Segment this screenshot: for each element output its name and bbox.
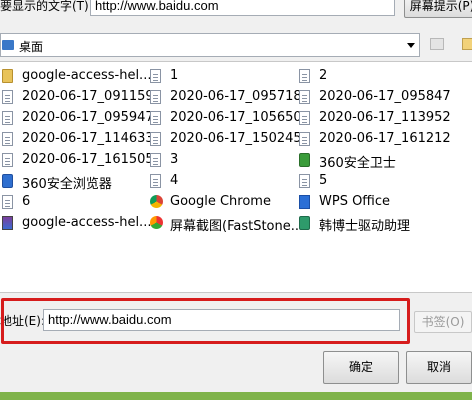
browse-folder-icon[interactable] [462, 38, 472, 50]
file-icon [150, 69, 161, 83]
file-icon [150, 132, 161, 146]
display-text-row: 要显示的文字(T): http://www.baidu.com 屏幕提示(P) [0, 0, 472, 28]
file-icon [2, 153, 13, 167]
cancel-button[interactable]: 取消 [406, 351, 472, 384]
address-highlight [1, 298, 410, 344]
file-icon [2, 132, 13, 146]
screenshot-app-icon [150, 216, 163, 229]
file-icon [299, 174, 310, 188]
bookmark-button[interactable]: 书签(O) [414, 311, 472, 333]
file-list[interactable]: google-access-hel... 1 2 2020-06-17_0911… [0, 61, 472, 293]
chevron-down-icon [407, 43, 415, 48]
file-icon [299, 132, 310, 146]
desktop-icon [2, 40, 14, 50]
folder-up-icon[interactable] [430, 38, 444, 50]
file-icon [2, 111, 13, 125]
app-icon [299, 153, 310, 167]
display-text-label: 要显示的文字(T): [0, 0, 93, 13]
folder-icon [2, 69, 13, 83]
file-icon [150, 90, 161, 104]
display-text-input[interactable]: http://www.baidu.com [90, 0, 395, 16]
archive-icon [2, 216, 13, 230]
file-icon [299, 90, 310, 104]
file-icon [299, 111, 310, 125]
wps-icon [299, 195, 310, 209]
file-icon [2, 195, 13, 209]
bottom-bar [0, 392, 472, 400]
app-icon [2, 174, 13, 188]
app-icon [299, 216, 310, 230]
file-icon [299, 69, 310, 83]
chrome-icon [150, 195, 163, 208]
file-icon [150, 174, 161, 188]
look-in-dropdown[interactable]: 桌面 [0, 33, 420, 57]
file-icon [150, 111, 161, 125]
file-icon [2, 90, 13, 104]
ok-button[interactable]: 确定 [323, 351, 399, 384]
screen-tip-button[interactable]: 屏幕提示(P) [404, 0, 472, 18]
look-in-value: 桌面 [19, 40, 44, 54]
file-icon [150, 153, 161, 167]
